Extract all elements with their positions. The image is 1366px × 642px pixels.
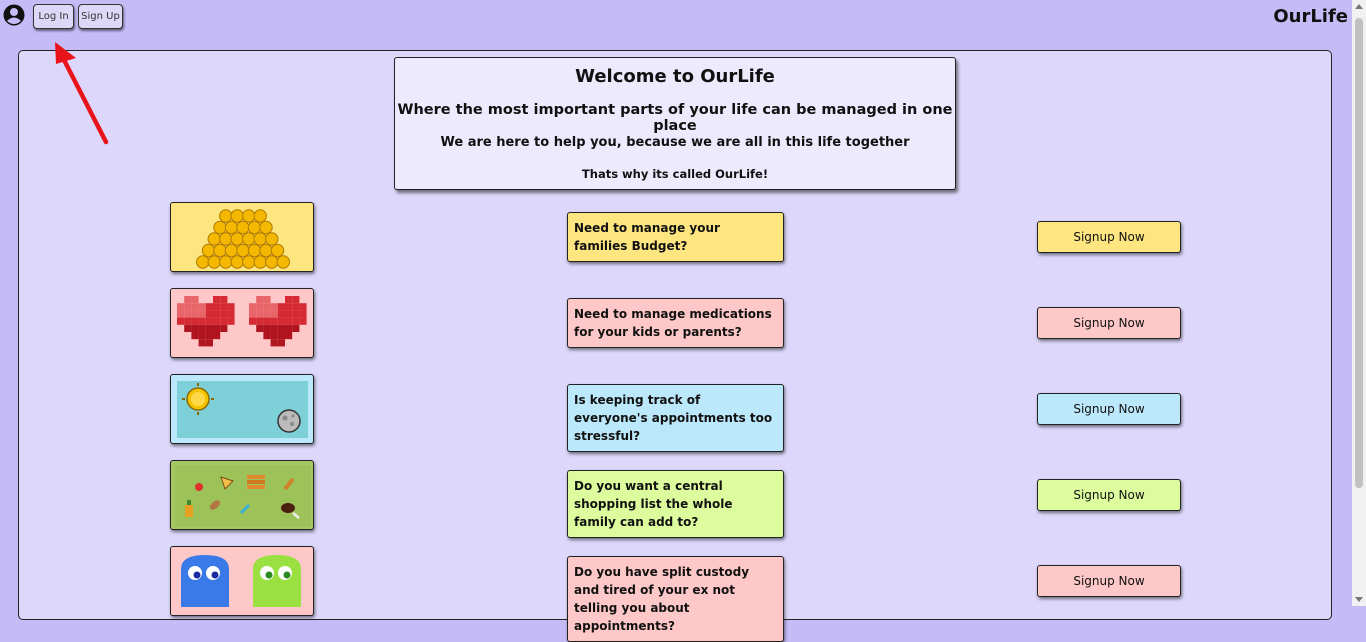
budget-card: [170, 202, 314, 272]
signup-now-budget-button[interactable]: Signup Now: [1037, 221, 1181, 253]
brand-logo: OurLife: [1273, 6, 1348, 27]
coin: [242, 209, 256, 223]
budget-question: Need to manage your families Budget?: [567, 212, 784, 262]
coin: [265, 255, 279, 269]
pixel-hearts-icon: [177, 296, 307, 347]
coin: [242, 232, 256, 246]
gold-coins-icon: [196, 209, 290, 269]
scrollbar-thumb[interactable]: [1355, 18, 1363, 488]
feature-row-budget: Need to manage your families Budget? Sig…: [0, 202, 1366, 274]
coin: [253, 255, 267, 269]
feature-row-appointments: Is keeping track of everyone's appointme…: [0, 374, 1366, 452]
annotation-arrow-icon: [55, 42, 109, 145]
feature-row-custody: Do you have split custody and tired of y…: [0, 546, 1366, 642]
groceries-icon: [175, 465, 311, 527]
coin: [230, 209, 244, 223]
coin: [242, 255, 256, 269]
appointments-question: Is keeping track of everyone's appointme…: [567, 384, 784, 452]
signup-now-appointments-button[interactable]: Signup Now: [1037, 393, 1181, 425]
coin: [265, 232, 279, 246]
scroll-up-arrow-icon[interactable]: [1355, 4, 1363, 9]
medications-card: [170, 288, 314, 358]
appointments-card: [170, 374, 314, 444]
apple-icon: [195, 483, 203, 491]
coin: [213, 243, 227, 258]
heart-icon: [249, 296, 307, 347]
coin: [253, 209, 267, 223]
coin: [230, 232, 244, 246]
coin: [230, 255, 244, 269]
coin: [247, 243, 262, 258]
signup-now-shopping-button[interactable]: Signup Now: [1037, 479, 1181, 511]
signup-header-button[interactable]: Sign Up: [78, 4, 123, 29]
feature-row-medications: Need to manage medications for your kids…: [0, 288, 1366, 360]
green-ghost-icon: [253, 555, 301, 607]
feature-row-shopping: Do you want a central shopping list the …: [0, 460, 1366, 538]
top-bar: Log In Sign Up OurLife: [0, 0, 1366, 36]
coin: [196, 255, 210, 269]
welcome-tagline: We are here to help you, because we are …: [440, 135, 910, 150]
shopping-question: Do you want a central shopping list the …: [567, 470, 784, 538]
sun-moon-icon: [177, 381, 308, 438]
custody-question: Do you have split custody and tired of y…: [567, 556, 784, 642]
welcome-box: Welcome to OurLife Where the most import…: [394, 57, 956, 190]
pancakes-icon: [247, 475, 265, 489]
vertical-scrollbar[interactable]: [1352, 0, 1366, 606]
signup-now-custody-button[interactable]: Signup Now: [1037, 565, 1181, 597]
moon-icon: [277, 409, 301, 433]
coin: [259, 243, 273, 258]
blue-ghost-icon: [181, 555, 229, 607]
welcome-closing: Thats why its called OurLife!: [581, 167, 769, 181]
coin: [207, 255, 221, 269]
coin: [270, 243, 285, 258]
medications-question: Need to manage medications for your kids…: [567, 298, 784, 348]
signup-now-medications-button[interactable]: Signup Now: [1037, 307, 1181, 339]
welcome-title: Welcome to OurLife: [575, 66, 775, 87]
coin: [219, 209, 233, 223]
coin: [207, 232, 221, 246]
coin: [247, 220, 262, 235]
coin: [236, 243, 250, 258]
user-account-icon[interactable]: [3, 4, 25, 26]
coin: [219, 255, 233, 269]
coin: [201, 243, 216, 258]
coin: [276, 255, 290, 269]
scroll-down-arrow-icon[interactable]: [1355, 597, 1363, 602]
coin: [219, 232, 233, 246]
coin: [213, 220, 227, 235]
welcome-subtitle: Where the most important parts of your l…: [397, 102, 953, 134]
coin: [253, 232, 267, 246]
coin: [224, 243, 239, 258]
coin: [224, 220, 239, 235]
heart-icon: [177, 296, 235, 347]
shopping-card: [170, 460, 314, 530]
login-button[interactable]: Log In: [33, 4, 74, 29]
coin: [236, 220, 250, 235]
coin: [259, 220, 273, 235]
